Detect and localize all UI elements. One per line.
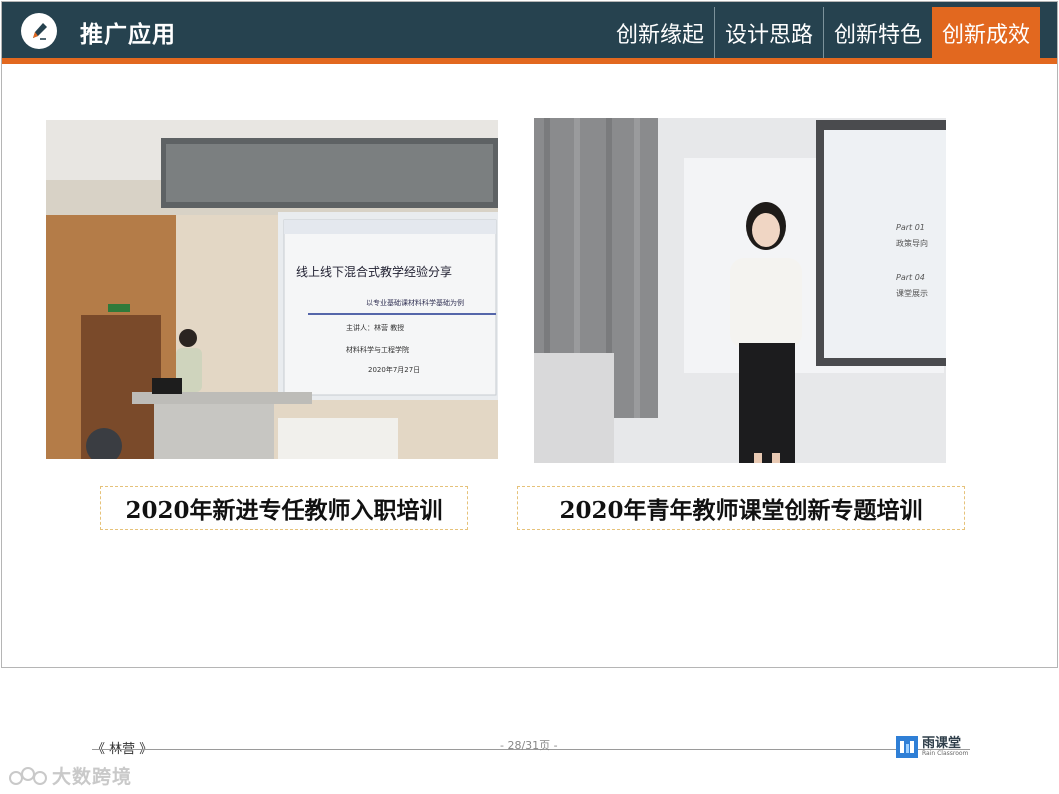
screen-part2: Part 04 xyxy=(896,273,925,282)
screen-part1-label: 政策导向 xyxy=(896,238,928,248)
screen-subtitle: 以专业基础课材料科学基础为例 xyxy=(366,298,464,307)
watermark-icon xyxy=(9,766,47,785)
watermark: 大数跨境 xyxy=(8,762,132,789)
photo-classroom-innovation: Part 01 政策导向 Part 04 课堂展示 xyxy=(534,118,946,463)
caption-new-teacher-training: 2020年新进专任教师入职培训 xyxy=(100,486,468,530)
screen: 推广应用 创新缘起 设计思路 创新特色 创新成效 线上线下混合式教学经验分享 以… xyxy=(0,0,1059,794)
rain-classroom-icon xyxy=(896,736,918,758)
page-indicator: - 28/31页 - xyxy=(500,739,558,752)
slide: 推广应用 创新缘起 设计思路 创新特色 创新成效 线上线下混合式教学经验分享 以… xyxy=(1,1,1058,668)
footer-author: 《 林营 》 xyxy=(92,742,153,757)
tab-design-idea[interactable]: 设计思路 xyxy=(714,7,823,58)
tab-bar: 创新缘起 设计思路 创新特色 创新成效 xyxy=(606,7,1041,58)
pen-icon xyxy=(21,13,57,49)
tab-innovation-result[interactable]: 创新成效 xyxy=(932,7,1041,58)
screen-part2-label: 课堂展示 xyxy=(896,288,928,298)
watermark-text: 大数跨境 xyxy=(52,766,133,788)
screen-date: 2020年7月27日 xyxy=(368,365,420,374)
screen-part1: Part 01 xyxy=(896,223,925,232)
header-bar: 推广应用 创新缘起 设计思路 创新特色 创新成效 xyxy=(2,2,1057,58)
tab-innovation-feature[interactable]: 创新特色 xyxy=(823,7,932,58)
header-accent-line xyxy=(2,58,1057,64)
tab-innovation-origin[interactable]: 创新缘起 xyxy=(606,7,714,58)
screen-title: 线上线下混合式教学经验分享 xyxy=(296,264,452,279)
rain-classroom-name: 雨课堂 xyxy=(922,735,962,751)
page-title: 推广应用 xyxy=(80,22,176,48)
caption-youth-teacher-training: 2020年青年教师课堂创新专题培训 xyxy=(517,486,965,530)
rain-classroom-subtitle: Rain Classroom xyxy=(922,749,969,757)
rain-classroom-logo: 雨课堂 Rain Classroom xyxy=(896,736,968,758)
screen-speaker: 主讲人：林营 教授 xyxy=(346,323,404,332)
screen-dept: 材料科学与工程学院 xyxy=(346,345,409,354)
photo-training-lecture: 线上线下混合式教学经验分享 以专业基础课材料科学基础为例 主讲人：林营 教授 材… xyxy=(46,120,498,459)
